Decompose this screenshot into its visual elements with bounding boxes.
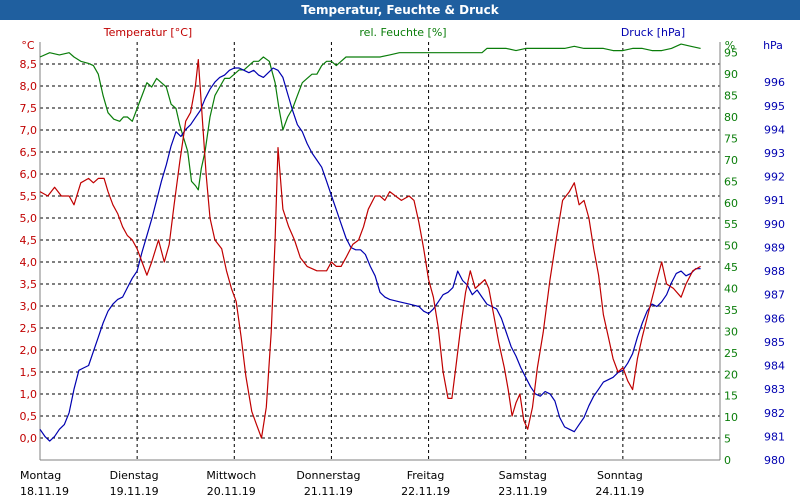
pressure-axis-ticks: 980 981 982 983 984 985 986 987 988 989 990 991 992 9… <box>764 76 785 467</box>
temperature-tick-label: 2,5 <box>20 322 38 335</box>
temperature-tick-label: 1,5 <box>20 366 38 379</box>
pressure-tick-label: 989 <box>764 241 785 254</box>
x-tick-date: 19.11.19 <box>110 485 159 498</box>
x-tick-day: Samstag <box>499 469 547 482</box>
x-tick-date: 21.11.19 <box>304 485 353 498</box>
humidity-tick-label: 75 <box>724 132 738 145</box>
humidity-unit-label: % <box>725 39 735 52</box>
temperature-tick-label: 3,5 <box>20 278 38 291</box>
x-axis-ticks: Montag 18.11.19 Dienstag 19.11.19 Mittwoch 20… <box>20 469 644 498</box>
humidity-axis-ticks: 05101520253035404550556065707580859095 <box>724 47 738 467</box>
temperature-tick-label: 6,5 <box>20 146 38 159</box>
pressure-tick-label: 982 <box>764 407 785 420</box>
temperature-tick-label: 0,5 <box>20 410 38 423</box>
x-tick-day: Freitag <box>407 469 445 482</box>
x-tick-day: Sonntag <box>597 469 643 482</box>
temperature-tick-label: 4,0 <box>20 256 38 269</box>
temperature-axis-title: Temperatur [°C] <box>103 26 192 39</box>
humidity-tick-label: 10 <box>724 411 738 424</box>
humidity-tick-label: 30 <box>724 325 738 338</box>
humidity-tick-label: 65 <box>724 175 738 188</box>
pressure-tick-label: 987 <box>764 289 785 302</box>
pressure-tick-label: 990 <box>764 218 785 231</box>
humidity-tick-label: 50 <box>724 240 738 253</box>
temperature-tick-label: 5,0 <box>20 212 38 225</box>
pressure-axis-title: Druck [hPa] <box>621 26 685 39</box>
x-tick-day: Dienstag <box>110 469 159 482</box>
pressure-tick-label: 992 <box>764 171 785 184</box>
temperature-tick-label: 7,0 <box>20 124 38 137</box>
pressure-tick-label: 994 <box>764 123 785 136</box>
pressure-tick-label: 985 <box>764 336 785 349</box>
series-line-humidity <box>39 43 701 191</box>
series-layer <box>39 43 701 442</box>
humidity-tick-label: 85 <box>724 90 738 103</box>
pressure-tick-label: 991 <box>764 194 785 207</box>
pressure-tick-label: 980 <box>764 454 785 467</box>
temperature-tick-label: 2,0 <box>20 344 38 357</box>
temperature-tick-label: 1,0 <box>20 388 38 401</box>
temperature-tick-label: 8,5 <box>20 58 38 71</box>
pressure-tick-label: 993 <box>764 147 785 160</box>
temperature-tick-label: 5,5 <box>20 190 38 203</box>
x-tick-day: Donnerstag <box>296 469 360 482</box>
pressure-tick-label: 984 <box>764 360 785 373</box>
temperature-tick-label: 8,0 <box>20 80 38 93</box>
humidity-tick-label: 55 <box>724 218 738 231</box>
humidity-tick-label: 70 <box>724 154 738 167</box>
pressure-unit-label: hPa <box>763 39 783 52</box>
pressure-tick-label: 981 <box>764 430 785 443</box>
pressure-tick-label: 995 <box>764 100 785 113</box>
series-line-temperature <box>39 58 701 439</box>
pressure-tick-label: 983 <box>764 383 785 396</box>
x-tick-date: 18.11.19 <box>20 485 69 498</box>
humidity-tick-label: 45 <box>724 261 738 274</box>
humidity-tick-label: 40 <box>724 283 738 296</box>
pressure-tick-label: 986 <box>764 312 785 325</box>
x-tick-day: Mittwoch <box>206 469 256 482</box>
humidity-tick-label: 15 <box>724 390 738 403</box>
temperature-tick-label: 7,5 <box>20 102 38 115</box>
humidity-tick-label: 80 <box>724 111 738 124</box>
x-tick-date: 20.11.19 <box>207 485 256 498</box>
humidity-tick-label: 20 <box>724 368 738 381</box>
temperature-axis-ticks: 0,0 0,5 1,0 1,5 2,0 2,5 3,0 3,5 4,0 4,5 5,0 5,5 6,0 6… <box>20 58 38 445</box>
x-tick-date: 24.11.19 <box>595 485 644 498</box>
humidity-tick-label: 25 <box>724 347 738 360</box>
pressure-tick-label: 996 <box>764 76 785 89</box>
humidity-tick-label: 0 <box>724 454 731 467</box>
humidity-tick-label: 60 <box>724 197 738 210</box>
temperature-tick-label: 6,0 <box>20 168 38 181</box>
humidity-tick-label: 35 <box>724 304 738 317</box>
humidity-tick-label: 5 <box>724 433 731 446</box>
humidity-axis-title: rel. Feuchte [%] <box>359 26 446 39</box>
pressure-tick-label: 988 <box>764 265 785 278</box>
x-tick-date: 23.11.19 <box>498 485 547 498</box>
temperature-tick-label: 4,5 <box>20 234 38 247</box>
x-tick-day: Montag <box>20 469 61 482</box>
weather-chart: 0,0 0,5 1,0 1,5 2,0 2,5 3,0 3,5 4,0 4,5 5,0 5,5 6,0 6… <box>20 26 786 498</box>
temperature-tick-label: 0,0 <box>20 432 38 445</box>
x-tick-date: 22.11.19 <box>401 485 450 498</box>
humidity-tick-label: 90 <box>724 68 738 81</box>
temperature-tick-label: 3,0 <box>20 300 38 313</box>
temperature-unit-label: °C <box>21 39 35 52</box>
